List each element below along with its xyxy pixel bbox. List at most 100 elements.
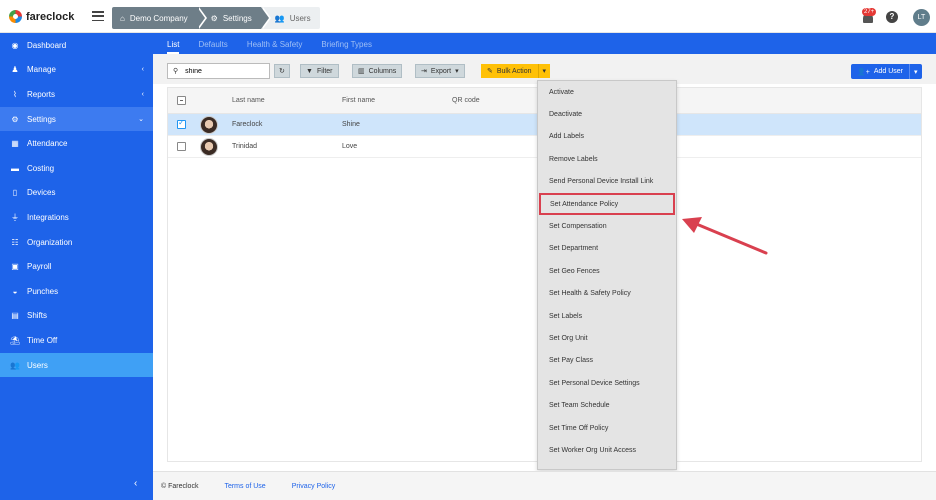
row-checkbox[interactable] (177, 118, 186, 129)
cell-first-name: Shine (342, 121, 360, 128)
sidebar-item-time-off[interactable]: ⛱ Time Off (0, 328, 153, 353)
add-user-icon: 👤+ (857, 68, 870, 76)
menu-item-set-personal-device-settings[interactable]: Set Personal Device Settings (538, 372, 676, 394)
sidebar-item-manage[interactable]: ♟ Manage ‹ (0, 58, 153, 83)
sidebar: ◉ Dashboard ♟ Manage ‹ ⌇ Reports ‹ ⚙ Set… (0, 33, 153, 500)
filter-button[interactable]: ▼ Filter (300, 64, 339, 78)
car-icon: ◒ (12, 286, 18, 296)
menu-item-set-health-safety-policy[interactable]: Set Health & Safety Policy (538, 283, 676, 305)
sidebar-item-settings[interactable]: ⚙ Settings ⌄ (0, 106, 153, 132)
chevron-left-icon: ‹ (141, 90, 144, 98)
menu-item-set-time-off-policy[interactable]: Set Time Off Policy (538, 417, 676, 439)
add-user-caret-icon[interactable]: ▾ (910, 68, 922, 76)
add-user-button[interactable]: 👤+ Add User ▾ (851, 64, 922, 79)
breadcrumb-company[interactable]: ⌂ Demo Company (112, 7, 207, 29)
column-header-last-name[interactable]: Last name (232, 97, 265, 104)
bulk-action-button[interactable]: ✎ Bulk Action ▾ (481, 64, 551, 78)
search-icon: ⚲ (173, 68, 179, 75)
breadcrumb: ⌂ Demo Company ⚙ Settings 👥 Users (112, 7, 320, 29)
device-icon: ▯ (12, 188, 18, 198)
briefcase-icon: ▬ (11, 163, 19, 173)
chart-icon: ⌇ (13, 89, 17, 99)
cell-first-name: Love (342, 143, 358, 150)
sidebar-item-devices[interactable]: ▯ Devices (0, 181, 153, 206)
avatar (200, 138, 218, 156)
users-icon: 👥 (10, 360, 20, 370)
sidebar-item-dashboard[interactable]: ◉ Dashboard (0, 33, 153, 58)
gear-icon: ⚙ (210, 13, 218, 23)
search-input[interactable] (185, 67, 256, 75)
user-icon: ♟ (11, 65, 19, 75)
menu-item-set-attendance-policy[interactable]: Set Attendance Policy (539, 192, 675, 216)
notifications-button[interactable]: 27+ (860, 8, 878, 26)
caret-down-icon: ▾ (455, 68, 459, 75)
annotation-arrow-icon (682, 217, 768, 255)
add-user-main[interactable]: 👤+ Add User (851, 64, 910, 79)
select-all-checkbox[interactable] (177, 96, 186, 105)
terms-link[interactable]: Terms of Use (224, 483, 265, 490)
users-icon: 👥 (274, 13, 285, 23)
menu-item-activate[interactable]: Activate (538, 81, 676, 103)
columns-icon: ▥ (358, 68, 365, 75)
fareclock-logo-icon (9, 10, 22, 23)
calendar-icon: ▦ (11, 139, 19, 149)
menu-item-deactivate[interactable]: Deactivate (538, 103, 676, 125)
menu-item-set-pay-class[interactable]: Set Pay Class (538, 350, 676, 372)
column-header-qr-code[interactable]: QR code (452, 97, 480, 104)
tab-briefing-types[interactable]: Briefing Types (321, 40, 372, 54)
notification-badge: 27+ (862, 8, 877, 16)
column-header-first-name[interactable]: First name (342, 97, 375, 104)
search-box[interactable]: ⚲ (167, 63, 270, 79)
footer: © Fareclock Terms of Use Privacy Policy (153, 471, 936, 500)
menu-item-set-org-unit[interactable]: Set Org Unit (538, 327, 676, 349)
tab-list[interactable]: List (167, 40, 180, 54)
footer-copyright: © Fareclock (161, 482, 199, 490)
bulk-action-caret-icon[interactable]: ▾ (539, 67, 551, 75)
chevron-down-icon: ⌄ (138, 116, 144, 124)
sidebar-item-punches[interactable]: ◒ Punches (0, 279, 153, 304)
row-checkbox[interactable] (177, 142, 186, 151)
sitemap-icon: ☷ (11, 237, 19, 247)
menu-item-set-compensation[interactable]: Set Compensation (538, 215, 676, 237)
chevron-left-icon: ‹ (141, 66, 144, 74)
money-icon: ▣ (11, 262, 19, 272)
menu-item-send-install-link[interactable]: Send Personal Device Install Link (538, 171, 676, 193)
columns-button[interactable]: ▥ Columns (352, 64, 403, 78)
sidebar-item-organization[interactable]: ☷ Organization (0, 230, 153, 255)
sidebar-item-users[interactable]: 👥 Users (0, 352, 153, 378)
menu-toggle-button[interactable] (92, 11, 104, 21)
tab-health-safety[interactable]: Health & Safety (247, 40, 303, 54)
menu-item-set-worker-org-unit-access[interactable]: Set Worker Org Unit Access (538, 439, 676, 461)
sidebar-item-integrations[interactable]: ⏚ Integrations (0, 205, 153, 230)
sidebar-item-costing[interactable]: ▬ Costing (0, 156, 153, 181)
menu-item-set-geo-fences[interactable]: Set Geo Fences (538, 260, 676, 282)
bulk-action-main[interactable]: ✎ Bulk Action (481, 64, 539, 78)
top-bar: fareclock ⌂ Demo Company ⚙ Settings 👥 Us… (0, 0, 936, 33)
export-button[interactable]: ⇥ Export ▾ (415, 64, 465, 78)
sidebar-item-shifts[interactable]: ▤ Shifts (0, 304, 153, 329)
cell-last-name: Trinidad (232, 143, 258, 150)
tab-defaults[interactable]: Defaults (198, 40, 227, 54)
plug-icon: ⏚ (11, 212, 19, 222)
gear-icon: ⚙ (11, 114, 19, 124)
app-logo[interactable]: fareclock (9, 10, 74, 23)
menu-item-add-labels[interactable]: Add Labels (538, 126, 676, 148)
wand-icon: ✎ (487, 68, 493, 75)
help-icon[interactable]: ? (886, 11, 898, 23)
app-name: fareclock (26, 10, 75, 23)
export-icon: ⇥ (421, 68, 427, 75)
sidebar-item-attendance[interactable]: ▦ Attendance (0, 131, 153, 156)
menu-item-set-labels[interactable]: Set Labels (538, 305, 676, 327)
sidebar-collapse-button[interactable]: ‹ (134, 478, 137, 489)
bulk-action-menu: Activate Deactivate Add Labels Remove La… (537, 80, 677, 470)
menu-item-set-department[interactable]: Set Department (538, 238, 676, 260)
user-avatar[interactable]: LT (913, 9, 930, 26)
sidebar-item-reports[interactable]: ⌇ Reports ‹ (0, 82, 153, 107)
privacy-link[interactable]: Privacy Policy (292, 483, 336, 490)
menu-item-set-worker-labels[interactable]: Set Worker Labels (538, 462, 676, 469)
refresh-button[interactable]: ↻ (274, 64, 290, 78)
menu-item-set-team-schedule[interactable]: Set Team Schedule (538, 394, 676, 416)
sidebar-item-payroll[interactable]: ▣ Payroll (0, 254, 153, 279)
menu-item-remove-labels[interactable]: Remove Labels (538, 148, 676, 170)
avatar (200, 116, 218, 134)
